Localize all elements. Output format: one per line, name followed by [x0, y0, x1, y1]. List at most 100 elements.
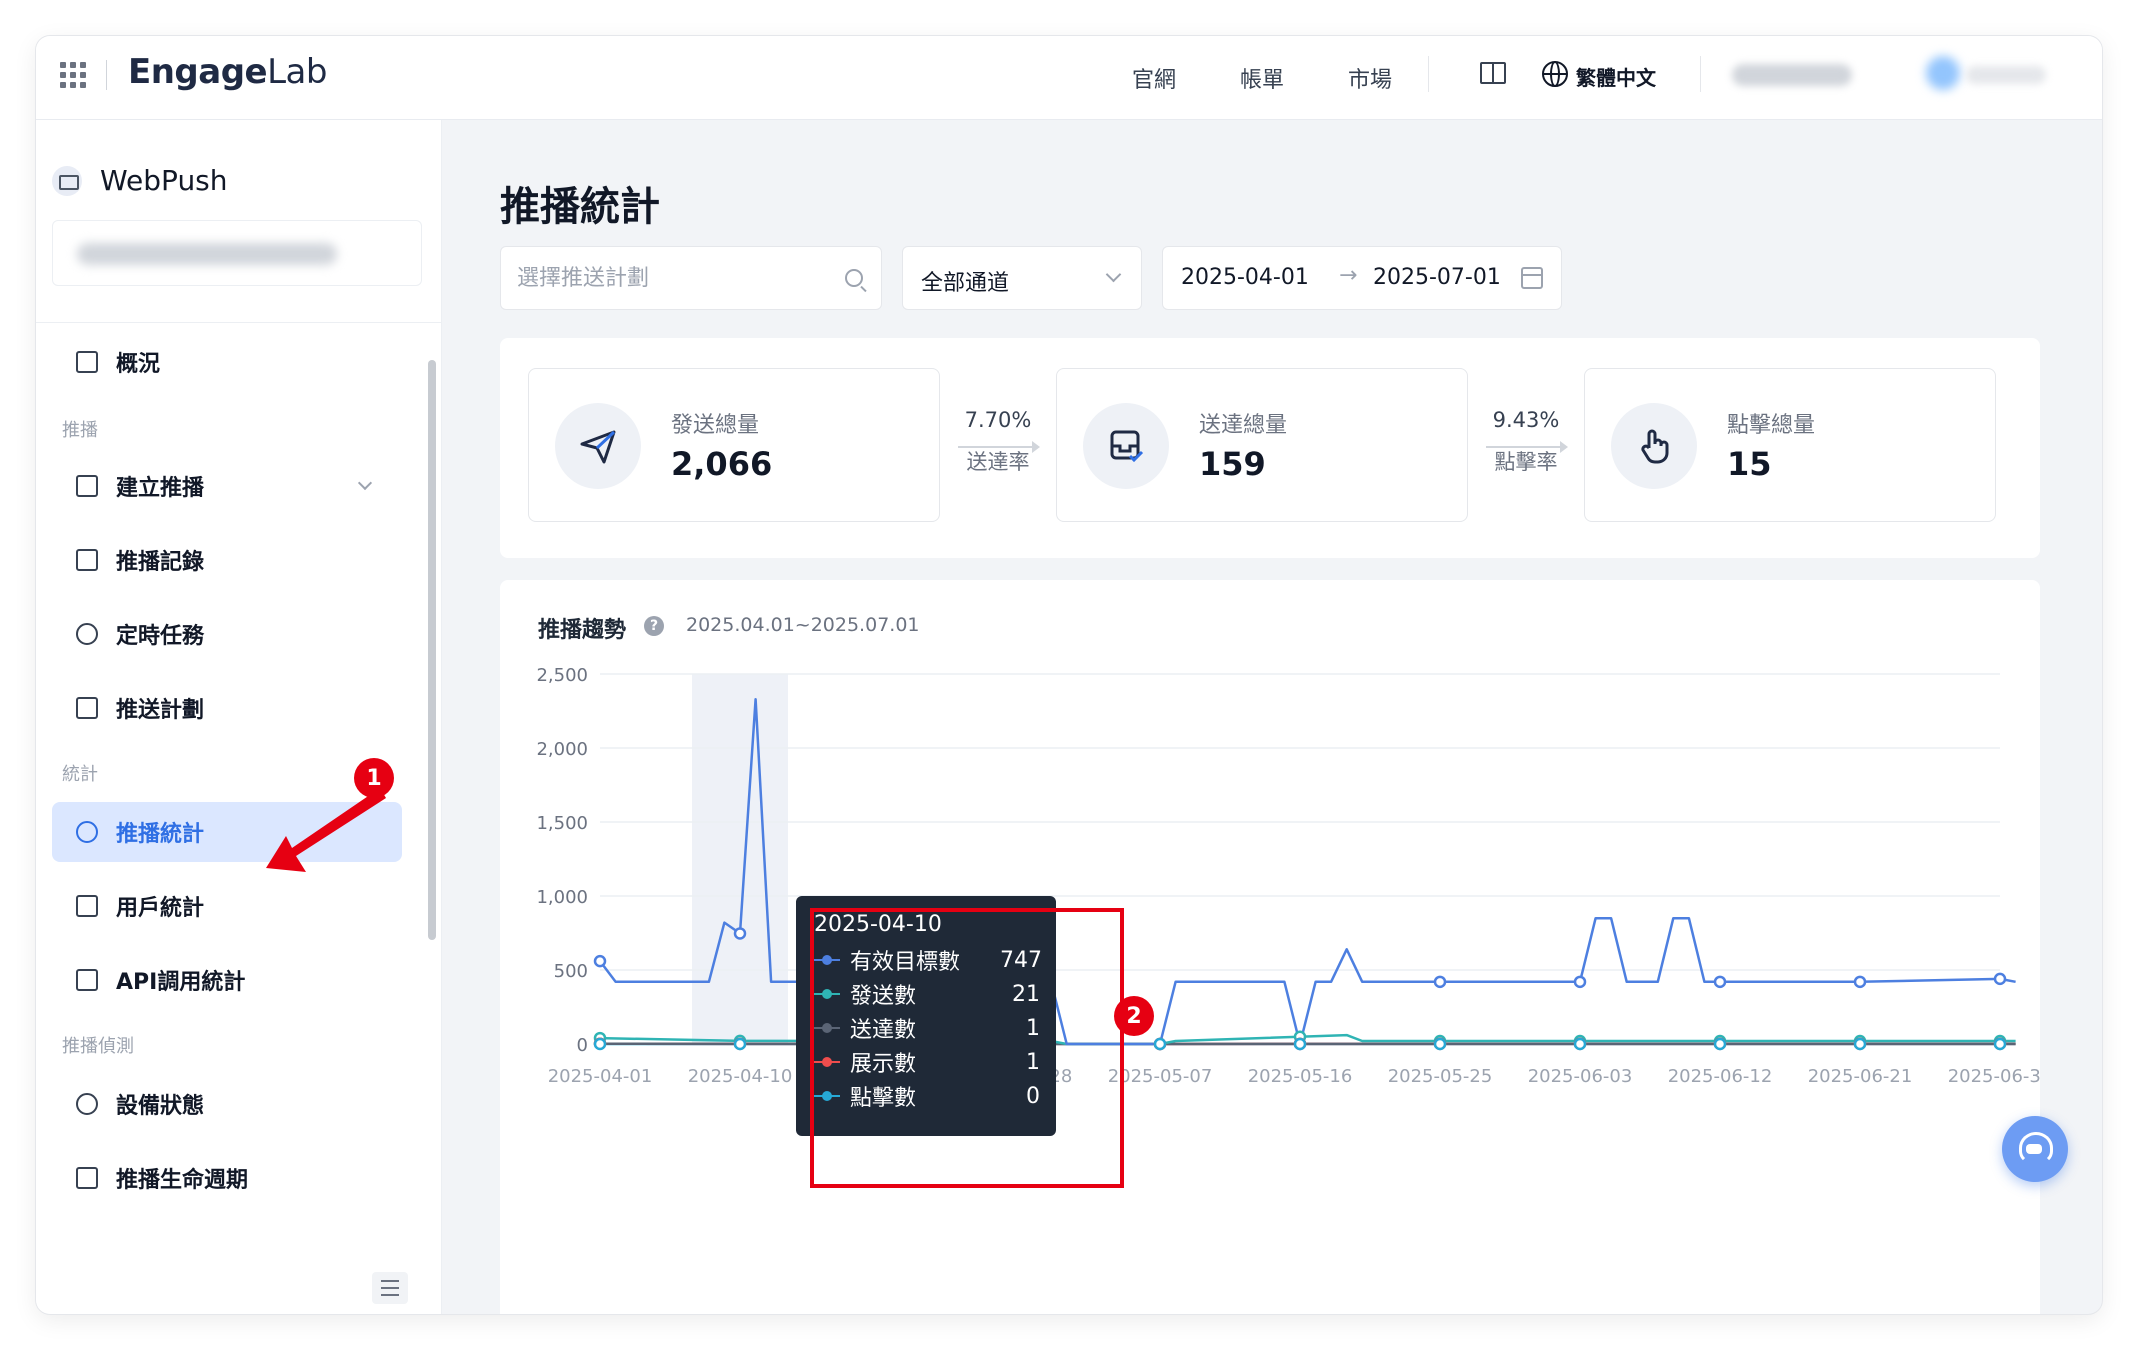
- data-point: [1293, 1037, 1307, 1051]
- x-tick-label: 2025-05-16: [1248, 1066, 1353, 1087]
- sidebar-group-detect: 推播偵測: [62, 1036, 134, 1057]
- sidebar-item-overview[interactable]: 概況: [52, 332, 402, 392]
- sidebar-item-push-plans[interactable]: 推送計劃: [52, 678, 402, 738]
- sidebar-item-create-push[interactable]: 建立推播: [52, 456, 402, 516]
- apps-grid-icon[interactable]: [60, 62, 86, 88]
- clock-icon: [76, 623, 98, 645]
- stat-card-sent: 發送總量 2,066: [528, 368, 940, 522]
- sidebar: WebPush 概況 推播 建立推播 推播記錄 定時任務 推送計劃 統計 推播統…: [36, 120, 442, 1314]
- stat-label: 送達總量: [1199, 413, 1288, 438]
- sidebar-item-label: 推送計劃: [116, 698, 205, 723]
- stat-card-clicks: 點擊總量 15: [1584, 368, 1996, 522]
- trend-chart-panel: 推播趨勢 ? 2025.04.01~2025.07.01 0 500 1,000 1,…: [500, 580, 2040, 1314]
- stat-value: 159: [1199, 445, 1266, 483]
- x-tick-label: 2025-04-10: [688, 1066, 793, 1087]
- page-title: 推播統計: [500, 184, 660, 230]
- product-title: WebPush: [100, 164, 228, 197]
- y-tick-label: 0: [577, 1035, 588, 1056]
- data-point: [1433, 1037, 1447, 1051]
- sidebar-item-label: 設備狀態: [116, 1094, 205, 1119]
- data-point: [1853, 1037, 1867, 1051]
- x-tick-label: 2025-06-21: [1808, 1066, 1913, 1087]
- x-tick-label: 2025-06-03: [1528, 1066, 1633, 1087]
- x-tick-label: 2025-06-12: [1668, 1066, 1773, 1087]
- stats-summary: 發送總量 2,066 7.70% 送達率 送達總量 159 9.43% 點擊率: [500, 338, 2040, 558]
- nav-market[interactable]: 市場: [1348, 62, 1392, 94]
- sidebar-item-api-stats[interactable]: API調用統計: [52, 950, 402, 1010]
- docs-book-icon[interactable]: [1480, 62, 1506, 84]
- push-plan-search[interactable]: [500, 246, 882, 310]
- trend-line-chart[interactable]: 0 500 1,000 1,500 2,000 2,500 2025-04-01 2025-0…: [500, 580, 2040, 1314]
- sidebar-item-label: 概況: [116, 352, 161, 377]
- collapse-sidebar-button[interactable]: [372, 1272, 408, 1304]
- date-end[interactable]: 2025-07-01: [1373, 265, 1501, 290]
- sidebar-item-label: 推播記錄: [116, 550, 205, 575]
- sidebar-item-push-records[interactable]: 推播記錄: [52, 530, 402, 590]
- y-tick-label: 500: [554, 961, 588, 982]
- monitor-chart-icon: [76, 969, 98, 991]
- sidebar-item-push-lifecycle[interactable]: 推播生命週期: [52, 1148, 402, 1208]
- sidebar-group-push: 推播: [62, 420, 98, 441]
- nav-official-site[interactable]: 官網: [1132, 62, 1176, 94]
- webpush-monitor-icon: [52, 165, 82, 196]
- y-tick-label: 1,000: [536, 887, 588, 908]
- data-point: [1153, 1037, 1167, 1051]
- inbox-check-icon: [1083, 403, 1169, 489]
- topbar-divider: [106, 60, 107, 90]
- sidebar-item-device-status[interactable]: 設備狀態: [52, 1074, 402, 1134]
- delivery-rate: 7.70% 送達率: [958, 408, 1040, 476]
- redacted-username[interactable]: [1966, 66, 2046, 84]
- data-point: [1433, 975, 1447, 989]
- arrow-right-icon: [958, 441, 1040, 453]
- hover-band: [692, 674, 788, 1044]
- search-icon: [845, 269, 863, 287]
- x-tick-label: 2025-06-30: [1948, 1066, 2040, 1087]
- x-tick-label: 2025-05-25: [1388, 1066, 1493, 1087]
- search-input[interactable]: [517, 261, 837, 295]
- bar-chart-icon: [76, 895, 98, 917]
- nav-billing[interactable]: 帳單: [1240, 62, 1284, 94]
- y-tick-label: 2,500: [536, 665, 588, 686]
- data-point: [1993, 1037, 2007, 1051]
- brand-suffix: Lab: [267, 52, 327, 92]
- data-point: [593, 1037, 607, 1051]
- data-point: [733, 927, 747, 940]
- sidebar-item-scheduled-tasks[interactable]: 定時任務: [52, 604, 402, 664]
- sidebar-item-label: 定時任務: [116, 624, 205, 649]
- sidebar-item-label: 用戶統計: [116, 896, 205, 921]
- data-point: [593, 954, 607, 968]
- brand-logo[interactable]: EngageLab: [128, 52, 327, 92]
- pie-chart-icon: [76, 821, 98, 843]
- data-point: [1853, 975, 1867, 989]
- sidebar-divider: [36, 322, 442, 323]
- avatar[interactable]: [1926, 56, 1960, 90]
- channel-select[interactable]: 全部通道: [902, 246, 1142, 310]
- language-switcher[interactable]: 繁體中文: [1576, 62, 1656, 91]
- y-tick-label: 2,000: [536, 739, 588, 760]
- data-point: [1713, 1037, 1727, 1051]
- redacted-account[interactable]: [1732, 64, 1852, 86]
- brand-prefix: Engage: [128, 52, 268, 92]
- chevron-down-icon: [1105, 266, 1122, 283]
- click-rate: 9.43% 點擊率: [1486, 408, 1568, 476]
- chevron-down-icon: [357, 475, 373, 491]
- date-range-picker[interactable]: 2025-04-01 → 2025-07-01: [1162, 246, 1562, 310]
- data-point: [1713, 975, 1727, 989]
- customer-support-button[interactable]: [2002, 1116, 2068, 1182]
- topbar-divider: [1700, 56, 1701, 92]
- plan-icon: [76, 697, 98, 719]
- app-window: EngageLab 官網 帳單 市場 繁體中文 WebPush 概況 推播 建立…: [36, 36, 2102, 1314]
- date-start[interactable]: 2025-04-01: [1181, 265, 1309, 290]
- globe-icon[interactable]: [1542, 61, 1568, 87]
- rate-value: 9.43%: [1492, 408, 1560, 432]
- search-device-icon: [76, 1093, 98, 1115]
- data-point: [1993, 972, 2007, 986]
- app-selector[interactable]: [52, 220, 422, 286]
- data-point: [1573, 975, 1587, 989]
- top-bar: EngageLab 官網 帳單 市場 繁體中文: [36, 36, 2102, 120]
- pointer-hand-icon: [1611, 403, 1697, 489]
- records-icon: [76, 549, 98, 571]
- tooltip-highlight-box: [810, 908, 1124, 1188]
- arrow-right-icon: [1486, 441, 1568, 453]
- sidebar-scrollbar[interactable]: [428, 360, 436, 940]
